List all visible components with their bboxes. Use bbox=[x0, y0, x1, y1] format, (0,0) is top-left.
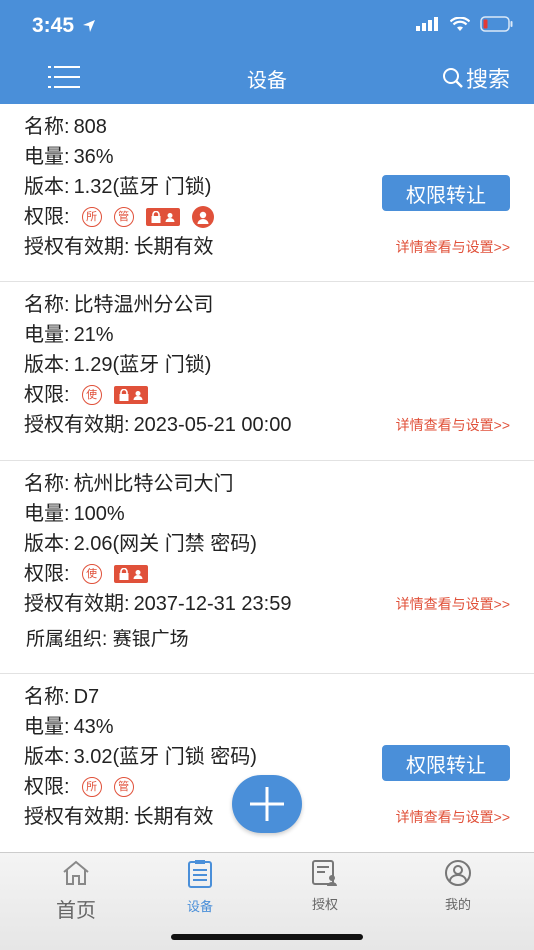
detail-link[interactable]: 详情查看与设置>> bbox=[396, 415, 510, 435]
permission-label: 权限: bbox=[24, 776, 70, 798]
device-name: D7 bbox=[73, 686, 100, 708]
version-label: 版本: bbox=[24, 533, 70, 555]
validity-value: 长期有效 bbox=[133, 236, 214, 258]
name-label: 名称: bbox=[24, 294, 70, 316]
battery-label: 电量: bbox=[24, 503, 70, 525]
device-icon bbox=[188, 860, 212, 888]
validity-value: 2023-05-21 00:00 bbox=[133, 414, 292, 436]
authorize-icon bbox=[312, 860, 337, 886]
user-badge-icon: 使 bbox=[81, 385, 102, 405]
status-icons bbox=[416, 16, 514, 32]
tab-label: 我的 bbox=[444, 897, 471, 912]
owner-badge-icon: 所 bbox=[81, 777, 102, 797]
org-row: 所属组织: 赛银广场 bbox=[24, 625, 534, 655]
top-bar: 3:45 设备 搜索 bbox=[0, 0, 534, 104]
tab-label: 首页 bbox=[56, 900, 96, 922]
battery-label: 电量: bbox=[24, 146, 70, 168]
status-time: 3:45 bbox=[32, 14, 96, 38]
battery-icon bbox=[480, 16, 513, 32]
tab-home[interactable]: 首页 bbox=[26, 859, 126, 923]
signal-icon bbox=[416, 17, 438, 31]
search-button[interactable]: 搜索 bbox=[442, 62, 510, 94]
device-name: 比特温州分公司 bbox=[73, 294, 214, 316]
validity-label: 授权有效期: bbox=[24, 806, 130, 828]
permission-row: 权限: 使 bbox=[24, 559, 534, 589]
battery-row: 电量: 100% bbox=[24, 499, 534, 529]
detail-link[interactable]: 详情查看与设置>> bbox=[396, 237, 510, 257]
lock-badge-icon bbox=[113, 565, 148, 583]
detail-link[interactable]: 详情查看与设置>> bbox=[396, 807, 510, 827]
wifi-icon bbox=[450, 16, 470, 31]
battery-label: 电量: bbox=[24, 324, 70, 346]
name-label: 名称: bbox=[24, 116, 70, 138]
home-icon bbox=[63, 860, 89, 885]
home-indicator bbox=[171, 934, 363, 940]
admin-badge-icon: 管 bbox=[113, 207, 134, 227]
battery-label: 电量: bbox=[24, 716, 70, 738]
person-badge-icon bbox=[191, 206, 214, 228]
permission-label: 权限: bbox=[24, 563, 70, 585]
device-list[interactable]: 名称: 808 电量: 36% 版本: 1.32(蓝牙 门锁) 权限: 所 管 授权有… bbox=[0, 104, 534, 850]
profile-icon bbox=[445, 860, 471, 886]
device-name-row: 名称: 808 bbox=[24, 112, 534, 142]
device-name-row: 名称: 比特温州分公司 bbox=[24, 290, 534, 320]
name-label: 名称: bbox=[24, 686, 70, 708]
device-card[interactable]: 名称: 808 电量: 36% 版本: 1.32(蓝牙 门锁) 权限: 所 管 授权有… bbox=[0, 104, 534, 282]
lock-badge-icon bbox=[145, 208, 180, 226]
permission-row: 权限: 使 bbox=[24, 380, 534, 410]
version-row: 版本: 2.06(网关 门禁 密码) bbox=[24, 529, 534, 559]
org-label: 所属组织: bbox=[26, 629, 108, 650]
name-label: 名称: bbox=[24, 473, 70, 495]
battery-value: 21% bbox=[73, 324, 114, 346]
transfer-button[interactable]: 权限转让 bbox=[382, 745, 510, 781]
tab-authorize[interactable]: 授权 bbox=[275, 859, 375, 913]
version-label: 版本: bbox=[24, 354, 70, 376]
version-row: 版本: 1.29(蓝牙 门锁) bbox=[24, 350, 534, 380]
battery-value: 100% bbox=[73, 503, 125, 525]
device-name: 808 bbox=[73, 116, 107, 138]
user-badge-icon: 使 bbox=[81, 564, 102, 584]
version-value: 1.32(蓝牙 门锁) bbox=[73, 176, 212, 198]
plus-icon bbox=[250, 787, 284, 821]
battery-row: 电量: 36% bbox=[24, 142, 534, 172]
device-name-row: 名称: 杭州比特公司大门 bbox=[24, 469, 534, 499]
version-label: 版本: bbox=[24, 176, 70, 198]
validity-label: 授权有效期: bbox=[24, 236, 130, 258]
version-value: 3.02(蓝牙 门锁 密码) bbox=[73, 746, 257, 768]
device-name: 杭州比特公司大门 bbox=[73, 473, 234, 495]
org-value: 赛银广场 bbox=[112, 629, 189, 650]
tab-label: 授权 bbox=[311, 897, 338, 912]
admin-badge-icon: 管 bbox=[113, 777, 134, 797]
battery-row: 电量: 43% bbox=[24, 712, 534, 742]
tab-profile[interactable]: 我的 bbox=[408, 859, 508, 913]
lock-badge-icon bbox=[113, 386, 148, 404]
detail-link[interactable]: 详情查看与设置>> bbox=[396, 594, 510, 614]
tab-device[interactable]: 设备 bbox=[150, 859, 250, 915]
status-time-text: 3:45 bbox=[32, 14, 75, 37]
validity-label: 授权有效期: bbox=[24, 593, 130, 615]
battery-value: 43% bbox=[73, 716, 114, 738]
search-label: 搜索 bbox=[465, 67, 510, 92]
search-icon bbox=[442, 68, 463, 88]
location-arrow-icon bbox=[82, 20, 95, 33]
permission-label: 权限: bbox=[24, 384, 70, 406]
permission-label: 权限: bbox=[24, 206, 70, 228]
validity-label: 授权有效期: bbox=[24, 414, 130, 436]
version-label: 版本: bbox=[24, 746, 70, 768]
owner-badge-icon: 所 bbox=[81, 207, 102, 227]
validity-value: 长期有效 bbox=[133, 806, 214, 828]
battery-value: 36% bbox=[73, 146, 114, 168]
transfer-button[interactable]: 权限转让 bbox=[382, 175, 510, 211]
device-card[interactable]: 名称: 比特温州分公司 电量: 21% 版本: 1.29(蓝牙 门锁) 权限: 使 授… bbox=[0, 282, 534, 461]
device-name-row: 名称: D7 bbox=[24, 682, 534, 712]
version-value: 2.06(网关 门禁 密码) bbox=[73, 533, 257, 555]
battery-row: 电量: 21% bbox=[24, 320, 534, 350]
validity-value: 2037-12-31 23:59 bbox=[133, 593, 292, 615]
tab-label: 设备 bbox=[186, 899, 213, 914]
device-card[interactable]: 名称: 杭州比特公司大门 电量: 100% 版本: 2.06(网关 门禁 密码) 权限… bbox=[0, 461, 534, 674]
version-value: 1.29(蓝牙 门锁) bbox=[73, 354, 212, 376]
add-device-button[interactable] bbox=[232, 775, 302, 833]
